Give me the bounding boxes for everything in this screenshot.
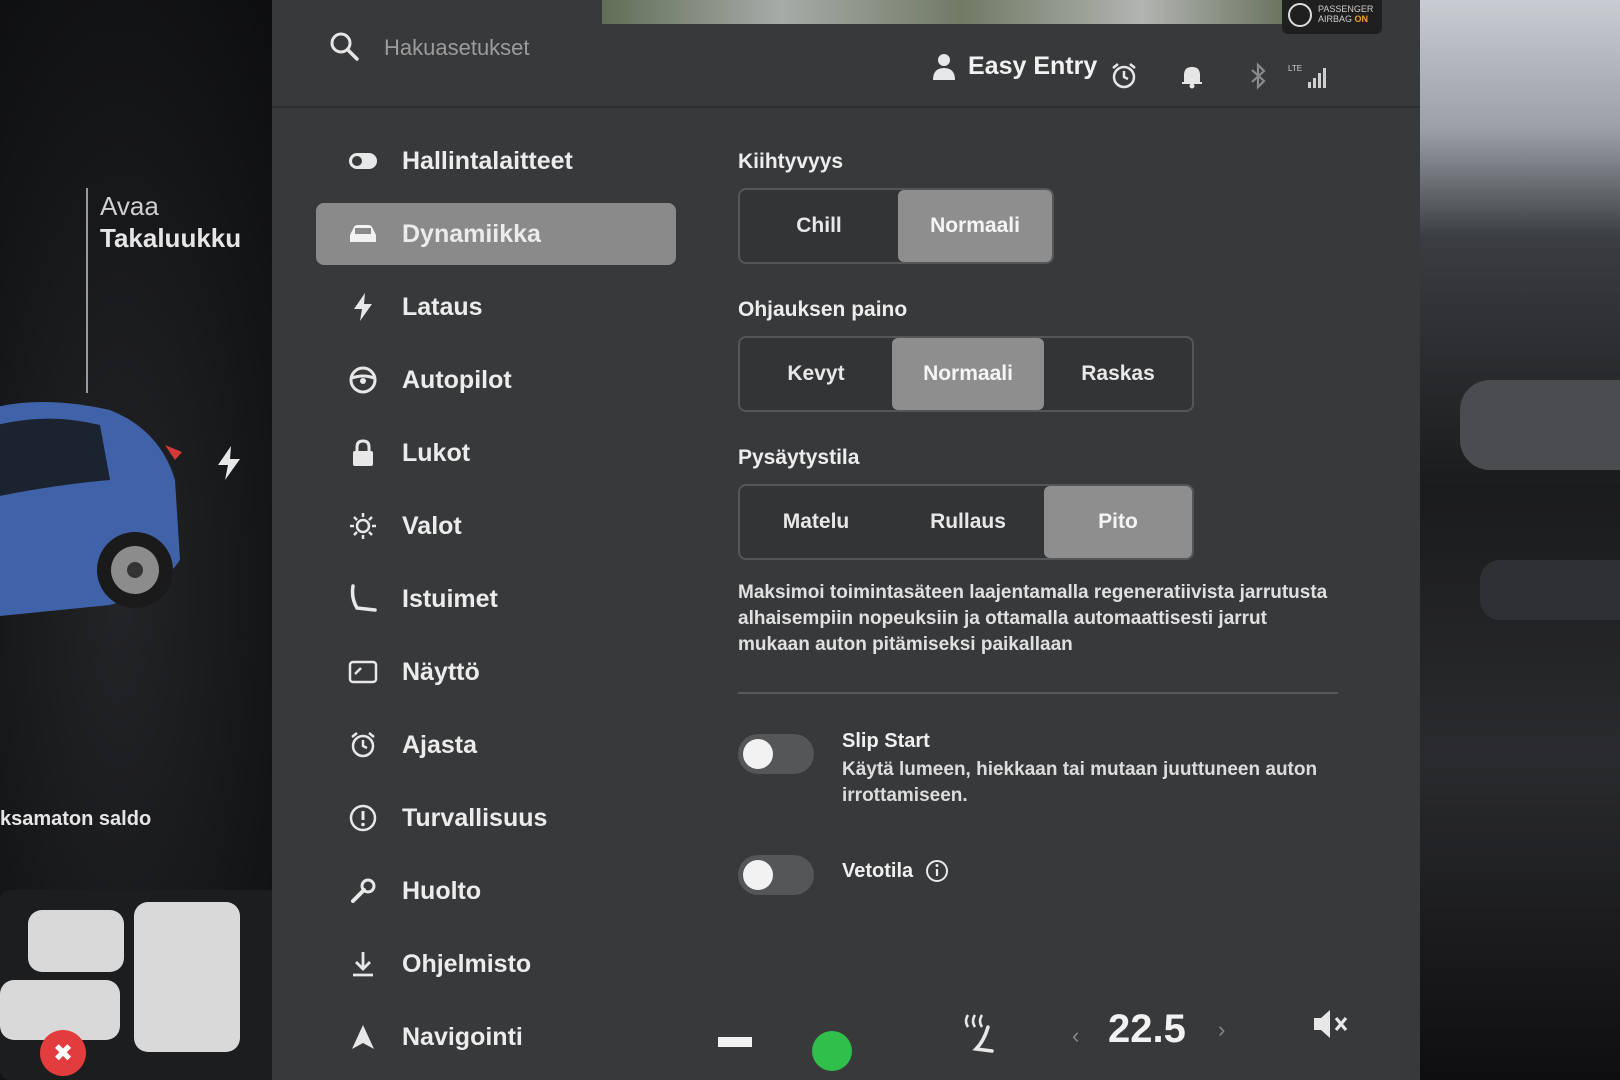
rear-seat: [134, 902, 240, 1052]
front-seat: [28, 910, 124, 972]
slip-start-description: Käytä lumeen, hiekkaan tai mutaan juuttu…: [842, 759, 1318, 806]
toggle-icon: [348, 146, 378, 176]
stopping-mode-description: Maksimoi toimintasäteen laajentamalla re…: [738, 582, 1328, 655]
bottom-control-bar: ‹ 22.5 ›: [272, 995, 1420, 1080]
sidebar-item-lights[interactable]: Valot: [316, 495, 676, 557]
lte-signal-icon: LTE: [1288, 64, 1326, 88]
sidebar-item-label: Lukot: [402, 438, 471, 467]
steering-option-normal[interactable]: Normaali: [892, 338, 1044, 410]
traction-mode-row: Vetotila: [738, 851, 1378, 895]
sidebar-item-safety[interactable]: Turvallisuus: [316, 787, 676, 849]
seat-icon: [348, 584, 378, 614]
dynamics-settings-panel: Kiihtyvyys Chill Normaali Ohjauksen pain…: [738, 150, 1378, 937]
settings-topbar: Easy Entry LTE: [272, 0, 1420, 108]
settings-screen: PASSENGER AIRBAG ON Easy Entry: [272, 0, 1420, 1080]
sidebar-item-controls[interactable]: Hallintalaitteet: [316, 130, 676, 192]
stopping-option-creep[interactable]: Matelu: [740, 486, 892, 558]
driver-profile-button[interactable]: Easy Entry: [932, 52, 1097, 81]
stopping-option-roll[interactable]: Rullaus: [892, 486, 1044, 558]
search-icon[interactable]: [328, 30, 360, 62]
volume-mute-icon[interactable]: [1312, 1007, 1352, 1041]
search-settings-input[interactable]: [384, 30, 744, 66]
alert-circle-icon: [348, 803, 378, 833]
slip-start-row: Slip Start Käytä lumeen, hiekkaan tai mu…: [738, 730, 1378, 809]
sidebar-item-schedule[interactable]: Ajasta: [316, 714, 676, 776]
sidebar-item-display[interactable]: Näyttö: [316, 641, 676, 703]
sidebar-item-label: Valot: [402, 511, 462, 540]
wrench-icon: [348, 876, 378, 906]
seat-heat-icon[interactable]: [962, 1013, 996, 1053]
acceleration-option-normal[interactable]: Normaali: [898, 190, 1052, 262]
cabin-temperature[interactable]: 22.5: [1108, 1007, 1186, 1052]
dashboard-trim-lower: [1480, 560, 1620, 620]
sidebar-item-label: Turvallisuus: [402, 803, 548, 832]
bluetooth-icon[interactable]: [1244, 62, 1272, 90]
download-icon: [348, 949, 378, 979]
open-trunk-button[interactable]: Avaa Takaluukku: [100, 190, 241, 254]
sidebar-item-label: Hallintalaitteet: [402, 146, 573, 175]
seatbelt-warning-icon: ✖: [40, 1030, 86, 1076]
alarm-icon[interactable]: [1110, 62, 1138, 90]
sidebar-item-label: Ohjelmisto: [402, 949, 532, 978]
sun-icon: [348, 511, 378, 541]
svg-text:LTE: LTE: [1288, 64, 1302, 73]
alarm-icon: [348, 730, 378, 760]
sidebar-item-label: Ajasta: [402, 730, 478, 759]
lock-icon: [348, 438, 378, 468]
sidebar-item-locks[interactable]: Lukot: [316, 422, 676, 484]
traction-mode-toggle[interactable]: [738, 855, 814, 895]
slip-start-toggle[interactable]: [738, 734, 814, 774]
sidebar-item-dynamics[interactable]: Dynamiikka: [316, 203, 676, 265]
bell-icon[interactable]: [1178, 62, 1206, 90]
car-icon: [348, 219, 378, 249]
section-divider: [738, 692, 1338, 694]
sidebar-item-charging[interactable]: Lataus: [316, 276, 676, 338]
steering-wheel-icon: [348, 365, 378, 395]
trunk-label-line2: Takaluukku: [100, 223, 242, 253]
stopping-option-hold[interactable]: Pito: [1044, 486, 1192, 558]
traction-mode-title: Vetotila: [842, 859, 914, 882]
trunk-label-line1: Avaa: [100, 191, 159, 221]
toggle-knob: [743, 860, 773, 890]
car-model-image[interactable]: [0, 390, 200, 650]
sidebar-item-label: Istuimet: [402, 584, 498, 613]
app-tray-indicator[interactable]: [718, 1037, 752, 1047]
sidebar-item-service[interactable]: Huolto: [316, 860, 676, 922]
toggle-knob: [743, 739, 773, 769]
temperature-decrease-button[interactable]: ‹: [1072, 1023, 1079, 1049]
stopping-mode-segmented-control: Matelu Rullaus Pito: [738, 484, 1194, 560]
sidebar-item-seats[interactable]: Istuimet: [316, 568, 676, 630]
car-interior-background: [1420, 0, 1620, 1080]
sidebar-item-label: Huolto: [402, 876, 482, 905]
settings-sidebar: Hallintalaitteet Dynamiikka Lataus Autop…: [316, 130, 676, 1079]
sidebar-item-autopilot[interactable]: Autopilot: [316, 349, 676, 411]
slip-start-title: Slip Start: [842, 730, 930, 752]
profile-name: Easy Entry: [968, 52, 1098, 80]
acceleration-title: Kiihtyvyys: [738, 150, 844, 173]
info-icon[interactable]: [925, 859, 949, 883]
car-visualization-pane: Avaa Takaluukku ksamaton saldo ✖: [0, 0, 300, 1080]
sidebar-item-label: Näyttö: [402, 657, 480, 686]
temperature-increase-button[interactable]: ›: [1218, 1017, 1225, 1043]
acceleration-segmented-control: Chill Normaali: [738, 188, 1054, 264]
steering-option-heavy[interactable]: Raskas: [1044, 338, 1192, 410]
acceleration-option-chill[interactable]: Chill: [740, 190, 898, 262]
sidebar-item-label: Autopilot: [402, 365, 512, 394]
sidebar-item-label: Lataus: [402, 292, 483, 321]
display-icon: [348, 657, 378, 687]
dashboard-trim: [1460, 380, 1620, 470]
bolt-icon: [348, 292, 378, 322]
steering-title: Ohjauksen paino: [738, 298, 908, 321]
app-launcher-icon[interactable]: [812, 1031, 852, 1071]
sidebar-item-label: Dynamiikka: [402, 219, 541, 248]
sidebar-item-software[interactable]: Ohjelmisto: [316, 933, 676, 995]
charge-port-bolt-icon[interactable]: [216, 446, 242, 480]
stopping-mode-title: Pysäytystila: [738, 446, 860, 469]
balance-text: ksamaton saldo: [0, 808, 152, 830]
steering-segmented-control: Kevyt Normaali Raskas: [738, 336, 1194, 412]
person-icon: [933, 53, 955, 80]
steering-option-light[interactable]: Kevyt: [740, 338, 892, 410]
trunk-pointer-line: [86, 188, 88, 393]
